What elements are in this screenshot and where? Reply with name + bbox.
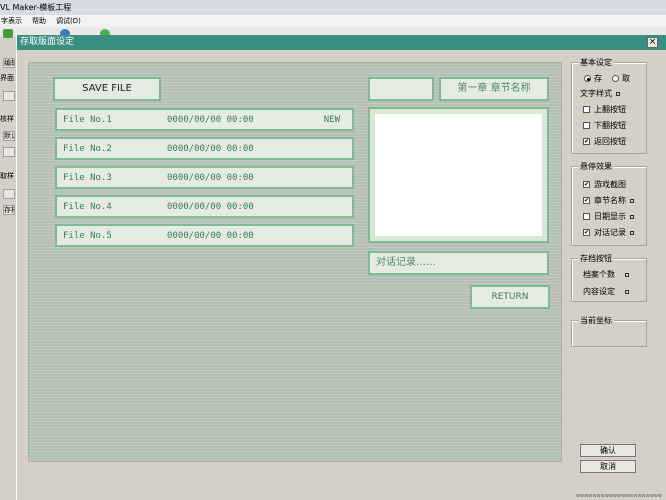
checkbox-icon: [583, 213, 590, 220]
blank-label-box[interactable]: [368, 77, 434, 101]
close-icon[interactable]: ×: [647, 37, 658, 48]
file-slot-date: 0000/00/00 00:00: [167, 231, 254, 241]
app-menu-bar: 字表示 帮助 调试(D): [0, 15, 666, 27]
dialogue-log-box[interactable]: 对话记录……: [368, 251, 549, 275]
checkbox-checked-icon: ✔: [583, 181, 590, 188]
page-up-checkbox[interactable]: 上翻按钮: [583, 104, 626, 115]
file-slot-4[interactable]: File No.4 0000/00/00 00:00: [55, 195, 354, 218]
radio-empty-icon: [612, 75, 619, 82]
app-title: VL Maker-模板工程: [0, 3, 72, 12]
dialog-title-bar: 存取版面设定: [17, 35, 666, 50]
basic-settings-title: 基本设定: [578, 57, 614, 68]
chapter-name-box[interactable]: 第一章 章节名称: [439, 77, 549, 101]
config-square-icon[interactable]: [630, 214, 634, 219]
file-slot-new-badge: NEW: [323, 115, 340, 125]
config-square-icon[interactable]: [625, 289, 629, 294]
dialog-title: 存取版面设定: [20, 37, 75, 47]
file-slot-date: 0000/00/00 00:00: [167, 173, 254, 183]
return-button[interactable]: RETURN: [470, 285, 550, 309]
cancel-button[interactable]: 取消: [580, 460, 636, 473]
left-label-take: 取样: [0, 172, 14, 180]
left-button-1[interactable]: [3, 91, 15, 101]
file-slot-name: File No.2: [63, 144, 112, 154]
left-button-default[interactable]: 默认: [3, 131, 15, 141]
file-slot-date: 0000/00/00 00:00: [167, 144, 254, 154]
folder-icon[interactable]: [3, 29, 13, 38]
file-slot-name: File No.4: [63, 202, 112, 212]
text-style-setting[interactable]: 文字样式: [580, 88, 620, 99]
save-load-layout-dialog: 存取版面设定 × SAVE FILE File No.1 0000/00/00 …: [16, 35, 666, 500]
screenshot-preview-image: [375, 114, 542, 236]
left-button-3[interactable]: [3, 189, 15, 199]
back-button-checkbox[interactable]: ✔ 返回按钮: [583, 136, 626, 147]
save-buttons-group: 存档按钮 档案个数 内容设定: [571, 253, 647, 302]
file-slot-date: 0000/00/00 00:00: [167, 202, 254, 212]
menu-item-help[interactable]: 帮助: [31, 15, 47, 27]
screenshot-preview-frame[interactable]: [368, 107, 549, 243]
left-label-sample: 核样: [0, 115, 14, 123]
content-setting[interactable]: 内容设定: [583, 286, 629, 297]
file-slot-1[interactable]: File No.1 0000/00/00 00:00 NEW: [55, 108, 354, 131]
watermark-text: wwwwwwwwwwwwwwwwwwwww: [576, 493, 662, 499]
checkbox-checked-icon: ✔: [583, 229, 590, 236]
config-square-icon[interactable]: [616, 91, 620, 96]
config-square-icon[interactable]: [630, 230, 634, 235]
config-square-icon[interactable]: [630, 198, 634, 203]
basic-settings-group: 基本设定 存 取 文字样式 上翻按钮 下翻按钮 ✔ 返回按钮: [571, 57, 647, 154]
file-slot-5[interactable]: File No.5 0000/00/00 00:00: [55, 224, 354, 247]
file-slot-name: File No.1: [63, 115, 112, 125]
config-square-icon[interactable]: [625, 272, 629, 277]
app-title-bar: VL Maker-模板工程: [0, 0, 666, 15]
menu-item-debug[interactable]: 调试(D): [55, 15, 82, 27]
page-down-checkbox[interactable]: 下翻按钮: [583, 120, 626, 131]
file-slot-name: File No.5: [63, 231, 112, 241]
left-side-panel: 编辑 界面 核样 默认 取样 存档: [0, 49, 16, 500]
hover-effect-title: 悬停效果: [578, 161, 614, 172]
radio-selected-icon: [584, 75, 591, 82]
radio-load[interactable]: 取: [612, 73, 630, 84]
current-coords-title: 当前坐标: [578, 315, 614, 326]
file-slot-2[interactable]: File No.2 0000/00/00 00:00: [55, 137, 354, 160]
chapter-name-checkbox[interactable]: ✔ 章节名称: [583, 195, 634, 206]
left-button-save[interactable]: 存档: [3, 205, 15, 215]
save-file-button[interactable]: SAVE FILE: [53, 77, 161, 101]
radio-save[interactable]: 存: [584, 73, 602, 84]
file-slot-3[interactable]: File No.3 0000/00/00 00:00: [55, 166, 354, 189]
checkbox-icon: [583, 106, 590, 113]
file-slot-date: 0000/00/00 00:00: [167, 115, 254, 125]
date-display-checkbox[interactable]: 日期显示: [583, 211, 634, 222]
game-screenshot-checkbox[interactable]: ✔ 游戏截图: [583, 179, 626, 190]
left-tab-edit[interactable]: 编辑: [3, 58, 15, 68]
checkbox-checked-icon: ✔: [583, 197, 590, 204]
file-count-setting[interactable]: 档案个数: [583, 269, 629, 280]
dialogue-log-checkbox[interactable]: ✔ 对话记录: [583, 227, 634, 238]
layout-preview-canvas[interactable]: SAVE FILE File No.1 0000/00/00 00:00 NEW…: [28, 62, 562, 462]
menu-item-view[interactable]: 字表示: [0, 15, 23, 27]
save-buttons-title: 存档按钮: [578, 253, 614, 264]
left-label-ui: 界面: [0, 74, 14, 82]
hover-effect-group: 悬停效果 ✔ 游戏截图 ✔ 章节名称 日期显示 ✔ 对话记录: [571, 161, 647, 246]
checkbox-icon: [583, 122, 590, 129]
checkbox-checked-icon: ✔: [583, 138, 590, 145]
current-coords-group: 当前坐标: [571, 315, 647, 347]
ok-button[interactable]: 确认: [580, 444, 636, 457]
file-slot-name: File No.3: [63, 173, 112, 183]
left-button-2[interactable]: [3, 147, 15, 157]
